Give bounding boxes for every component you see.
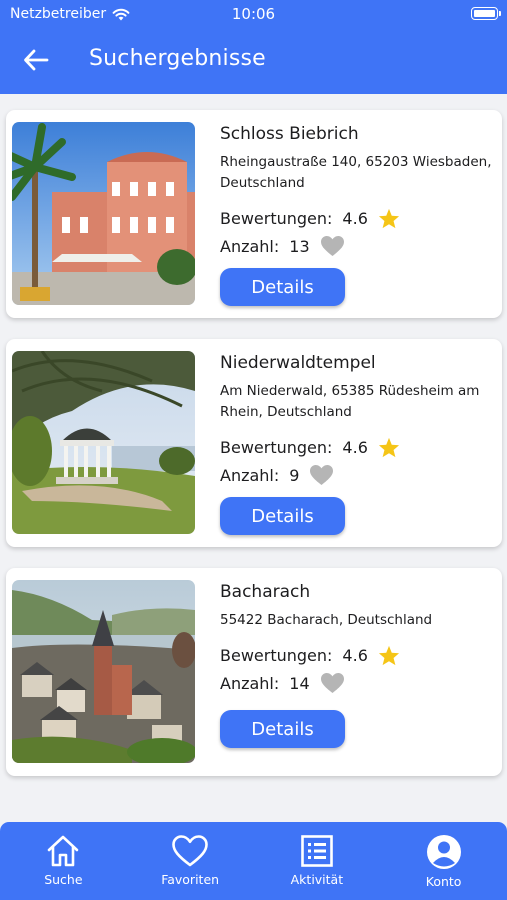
heart-icon[interactable] <box>320 235 345 257</box>
count-row: Anzahl: 9 <box>220 461 498 489</box>
rating-value: 4.6 <box>342 208 368 228</box>
place-info: Schloss Biebrich Rheingaustraße 140, 652… <box>220 122 498 260</box>
tab-bar: Suche Favoriten Aktivität Konto <box>0 822 507 900</box>
place-address: 55422 Bacharach, Deutschland <box>220 612 433 628</box>
place-address: Am Niederwald, 65385 Rüdesheim am Rhein,… <box>220 383 480 420</box>
rating-value: 4.6 <box>342 645 368 665</box>
place-photo <box>12 580 195 763</box>
results-list: Schloss Biebrich Rheingaustraße 140, 652… <box>6 110 502 797</box>
account-icon <box>426 835 461 869</box>
app-header: Netzbetreiber 10:06 Suchergebnisse <box>0 0 507 94</box>
rating-row: Bewertungen: 4.6 <box>220 433 498 461</box>
clock: 10:06 <box>231 5 276 23</box>
result-card: Bacharach 55422 Bacharach, Deutschland B… <box>6 568 502 776</box>
place-name: Schloss Biebrich <box>220 124 359 144</box>
tab-label: Konto <box>425 874 462 889</box>
place-photo <box>12 122 195 305</box>
tab-aktivitaet[interactable]: Aktivität <box>254 822 381 900</box>
battery-icon <box>471 7 501 20</box>
tab-konto[interactable]: Konto <box>380 822 507 900</box>
place-photo <box>12 351 195 534</box>
tab-favoriten[interactable]: Favoriten <box>127 822 254 900</box>
tab-suche[interactable]: Suche <box>0 822 127 900</box>
count-row: Anzahl: 14 <box>220 669 498 697</box>
place-info: Bacharach 55422 Bacharach, Deutschland B… <box>220 580 498 697</box>
star-icon <box>378 645 399 665</box>
rating-value: 4.6 <box>342 437 368 457</box>
heart-icon[interactable] <box>320 672 345 694</box>
rating-row: Bewertungen: 4.6 <box>220 204 498 232</box>
count-value: 13 <box>289 236 310 256</box>
place-address: Rheingaustraße 140, 65203 Wiesbaden, Deu… <box>220 154 492 191</box>
count-value: 9 <box>289 465 300 485</box>
back-button[interactable] <box>20 44 52 76</box>
place-name: Niederwaldtempel <box>220 353 376 373</box>
tab-label: Aktivität <box>290 872 344 887</box>
place-info: Niederwaldtempel Am Niederwald, 65385 Rü… <box>220 351 498 489</box>
result-card: Schloss Biebrich Rheingaustraße 140, 652… <box>6 110 502 318</box>
count-value: 14 <box>289 673 310 693</box>
place-name: Bacharach <box>220 582 311 602</box>
tab-label: Suche <box>44 872 83 887</box>
details-button[interactable]: Details <box>220 268 345 306</box>
arrow-left-icon <box>24 49 49 71</box>
home-icon <box>48 835 79 867</box>
list-icon <box>301 835 333 867</box>
page-title: Suchergebnisse <box>89 46 266 71</box>
rating-label: Bewertungen: <box>220 437 333 457</box>
tab-label: Favoriten <box>161 872 220 887</box>
count-label: Anzahl: <box>220 236 280 256</box>
count-label: Anzahl: <box>220 673 280 693</box>
rating-row: Bewertungen: 4.6 <box>220 641 498 669</box>
heart-icon[interactable] <box>309 464 334 486</box>
star-icon <box>378 437 399 457</box>
rating-label: Bewertungen: <box>220 208 333 228</box>
star-icon <box>378 208 399 228</box>
count-label: Anzahl: <box>220 465 280 485</box>
status-bar: Netzbetreiber 10:06 <box>0 0 507 28</box>
count-row: Anzahl: 13 <box>220 232 498 260</box>
details-button[interactable]: Details <box>220 710 345 748</box>
result-card: Niederwaldtempel Am Niederwald, 65385 Rü… <box>6 339 502 547</box>
details-button[interactable]: Details <box>220 497 345 535</box>
rating-label: Bewertungen: <box>220 645 333 665</box>
heart-icon <box>172 835 208 867</box>
